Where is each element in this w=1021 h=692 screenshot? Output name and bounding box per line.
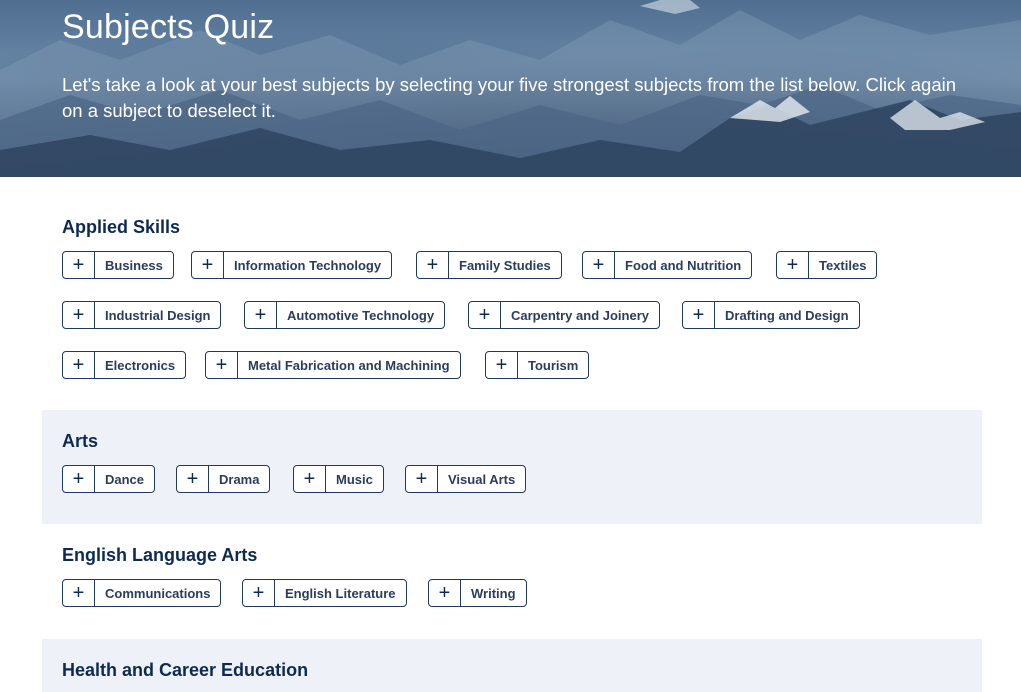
subject-label: Drafting and Design <box>725 307 849 323</box>
subject-chip-dance[interactable]: + Dance <box>62 465 156 493</box>
hero-banner: Subjects Quiz Let's take a look at your … <box>0 0 1021 177</box>
plus-icon: + <box>63 252 95 278</box>
subject-chip-automotive-technology[interactable]: + Automotive Technology <box>244 301 446 329</box>
subject-chip-music[interactable]: + Music <box>293 465 384 493</box>
subject-label: Music <box>336 471 373 487</box>
plus-icon: + <box>777 252 809 278</box>
plus-icon: + <box>417 252 449 278</box>
plus-icon: + <box>486 352 518 378</box>
subject-label: Industrial Design <box>105 307 211 323</box>
plus-icon: + <box>206 352 238 378</box>
subject-chip-drafting-and-design[interactable]: + Drafting and Design <box>682 301 860 329</box>
subject-label: Business <box>105 257 163 273</box>
subject-chip-family-studies[interactable]: + Family Studies <box>416 251 562 279</box>
plus-icon: + <box>243 580 275 606</box>
subject-label: Food and Nutrition <box>625 257 742 273</box>
subject-chip-metal-fabrication-and-machining[interactable]: + Metal Fabrication and Machining <box>205 351 461 379</box>
section-title: Health and Career Education <box>62 660 309 680</box>
subject-chip-visual-arts[interactable]: + Visual Arts <box>405 465 527 493</box>
plus-icon: + <box>245 302 277 328</box>
intro-text: Let's take a look at your best subjects … <box>62 74 957 121</box>
plus-icon: + <box>469 302 501 328</box>
plus-icon: + <box>177 466 209 492</box>
subject-chip-writing[interactable]: + Writing <box>428 579 527 607</box>
subject-label: Carpentry and Joinery <box>511 307 649 323</box>
section-english-language-arts: English Language Arts + Communications +… <box>42 524 982 639</box>
subject-chip-tourism[interactable]: + Tourism <box>485 351 590 379</box>
subject-chip-textiles[interactable]: + Textiles <box>776 251 878 279</box>
page-title: Subjects Quiz <box>62 8 275 46</box>
section-title: Arts <box>62 431 99 451</box>
subject-label: Metal Fabrication and Machining <box>248 357 450 373</box>
subject-label: Automotive Technology <box>287 307 435 323</box>
section-applied-skills: Applied Skills + Business + Information … <box>42 177 982 410</box>
subject-label: Dance <box>105 471 145 487</box>
plus-icon: + <box>406 466 438 492</box>
subject-chip-industrial-design[interactable]: + Industrial Design <box>62 301 222 329</box>
plus-icon: + <box>192 252 224 278</box>
subject-label: Writing <box>471 585 516 601</box>
section-arts: Arts + Dance + Drama + Music + Visual Ar… <box>42 410 982 524</box>
plus-icon: + <box>683 302 715 328</box>
subject-label: Communications <box>105 585 211 601</box>
plus-icon: + <box>63 302 95 328</box>
plus-icon: + <box>429 580 461 606</box>
subject-label: Electronics <box>105 357 176 373</box>
subject-chip-carpentry-and-joinery[interactable]: + Carpentry and Joinery <box>468 301 660 329</box>
subject-label: Textiles <box>819 257 867 273</box>
section-title: Applied Skills <box>62 217 181 237</box>
plus-icon: + <box>294 466 326 492</box>
section-health-and-career-education: Health and Career Education <box>42 639 982 692</box>
subject-chip-information-technology[interactable]: + Information Technology <box>191 251 393 279</box>
plus-icon: + <box>63 352 95 378</box>
subject-label: Visual Arts <box>448 471 516 487</box>
subject-label: Tourism <box>528 357 579 373</box>
subject-label: Family Studies <box>459 257 551 273</box>
plus-icon: + <box>583 252 615 278</box>
subject-chip-english-literature[interactable]: + English Literature <box>242 579 407 607</box>
plus-icon: + <box>63 580 95 606</box>
subject-chip-drama[interactable]: + Drama <box>176 465 271 493</box>
subject-label: English Literature <box>285 585 396 601</box>
plus-icon: + <box>63 466 95 492</box>
subject-chip-electronics[interactable]: + Electronics <box>62 351 187 379</box>
section-title: English Language Arts <box>62 545 258 565</box>
subject-chip-food-and-nutrition[interactable]: + Food and Nutrition <box>582 251 753 279</box>
subject-label: Drama <box>219 471 260 487</box>
subject-chip-business[interactable]: + Business <box>62 251 174 279</box>
subject-chip-communications[interactable]: + Communications <box>62 579 222 607</box>
subject-label: Information Technology <box>234 257 382 273</box>
